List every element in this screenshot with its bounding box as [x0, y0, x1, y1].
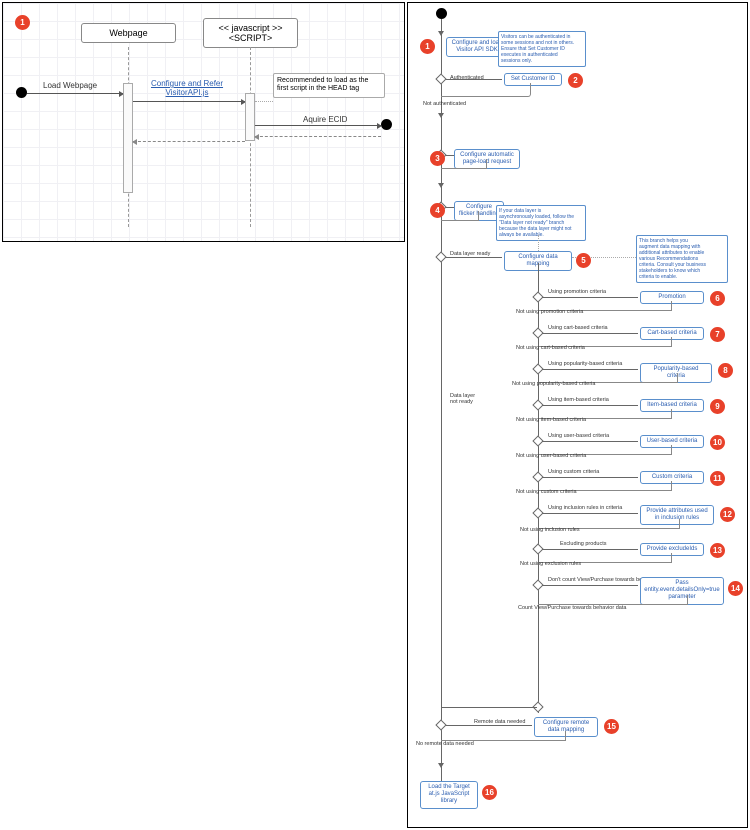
label-not-auth: Not authenticated — [423, 101, 466, 107]
r-count — [538, 595, 688, 605]
h-promo — [542, 297, 638, 298]
badge-6: 6 — [710, 291, 725, 306]
badge-11: 11 — [710, 471, 725, 486]
note-auth: Visitors can be authenticated in some se… — [498, 31, 586, 67]
h-cart — [542, 333, 638, 334]
activation-webpage — [123, 83, 133, 193]
note-connector — [255, 101, 273, 102]
flowchart-panel: Configure and load Visitor API SDK 1 Vis… — [407, 2, 748, 828]
l-no-remote: No remote data needed — [416, 741, 474, 747]
badge-8: 8 — [718, 363, 733, 378]
l-use-pop: Using popularity-based criteria — [548, 361, 622, 367]
l-no-incl: Not using inclusion rules — [520, 527, 580, 533]
main-spine — [441, 19, 442, 787]
badge-1-left: 1 — [15, 15, 30, 30]
arrow-configure — [133, 101, 245, 102]
badge-4: 4 — [430, 203, 445, 218]
h-remote — [446, 725, 532, 726]
l-use-custom: Using custom criteria — [548, 469, 599, 475]
l-use-promo: Using promotion criteria — [548, 289, 606, 295]
l-no-user: Not using user-based criteria — [516, 453, 586, 459]
note-async: If your data layer is asynchronously loa… — [496, 205, 586, 241]
arrow-sp-3 — [438, 183, 444, 188]
badge-2: 2 — [568, 73, 583, 88]
hline-auth — [446, 79, 502, 80]
l-excl: Excluding products — [560, 541, 606, 547]
arrow-sp-end — [438, 763, 444, 768]
h-item — [542, 405, 638, 406]
badge-3: 3 — [430, 151, 445, 166]
return-n3 — [441, 159, 487, 169]
return-n4 — [441, 211, 479, 221]
l-use-item: Using item-based criteria — [548, 397, 609, 403]
h-excl — [542, 549, 638, 550]
badge-7: 7 — [710, 327, 725, 342]
lifeline-script: << javascript >> <SCRIPT> — [203, 18, 298, 48]
badge-12: 12 — [720, 507, 735, 522]
l-no-cart: Not using cart-based criteria — [516, 345, 585, 351]
ecid-circle — [381, 119, 392, 130]
badge-5: 5 — [576, 253, 591, 268]
badge-10: 10 — [710, 435, 725, 450]
hline-n3 — [446, 155, 454, 156]
start-circle — [16, 87, 27, 98]
badge-9: 9 — [710, 399, 725, 414]
merge-line — [441, 707, 537, 708]
flow-start — [436, 8, 447, 19]
badge-14: 14 — [728, 581, 743, 596]
l-no-promo: Not using promotion criteria — [516, 309, 583, 315]
arrow-sp-2 — [438, 113, 444, 118]
label-aquire-ecid: Aquire ECID — [303, 115, 347, 124]
l-use-incl: Using inclusion rules in criteria — [548, 505, 622, 511]
arrow-load — [27, 93, 123, 94]
d-remote — [435, 719, 446, 730]
h-custom — [542, 477, 638, 478]
badge-16: 16 — [482, 785, 497, 800]
hline-n4 — [446, 207, 454, 208]
l-no-pop: Not using popularity-based criteria — [512, 381, 595, 387]
l-no-excl: Not using exclusion rules — [520, 561, 581, 567]
r-remote — [441, 731, 566, 741]
l-count: Count View/Purchase towards behavior dat… — [518, 605, 626, 611]
h-user — [542, 441, 638, 442]
diamond-dl — [435, 251, 446, 262]
label-authenticated: Authenticated — [450, 75, 484, 81]
l-no-custom: Not using custom criteria — [516, 489, 577, 495]
arrow-return — [133, 141, 245, 142]
sequence-diagram-panel: 1 Webpage << javascript >> <SCRIPT> Load… — [2, 2, 405, 242]
note-augment: This branch helps you augment data mappi… — [636, 235, 728, 283]
return-auth — [441, 83, 531, 97]
badge-15: 15 — [604, 719, 619, 734]
node-load-atjs[interactable]: Load the Target at.js JavaScript library — [420, 781, 478, 809]
link-configure-visitor[interactable]: Configure and Refer VisitorAPI.js — [151, 79, 223, 97]
arrow-ecid-out — [255, 125, 381, 126]
lifeline-webpage: Webpage — [81, 23, 176, 43]
label-load-webpage: Load Webpage — [43, 81, 97, 90]
hline-dl — [446, 257, 502, 258]
arrow-ecid-return — [255, 136, 381, 137]
badge-13: 13 — [710, 543, 725, 558]
l-use-user: Using user-based criteria — [548, 433, 609, 439]
h-count — [542, 585, 638, 586]
note-head-tag: Recommended to load as the first script … — [273, 73, 385, 98]
label-dl-not-ready: Data layer not ready — [450, 393, 475, 405]
l-no-item: Not using item-based criteria — [516, 417, 586, 423]
arrow-sp-1 — [438, 31, 444, 36]
h-pop — [542, 369, 638, 370]
l-use-cart: Using cart-based criteria — [548, 325, 608, 331]
badge-1: 1 — [420, 39, 435, 54]
dot-n5-note — [538, 235, 539, 251]
h-incl — [542, 513, 638, 514]
